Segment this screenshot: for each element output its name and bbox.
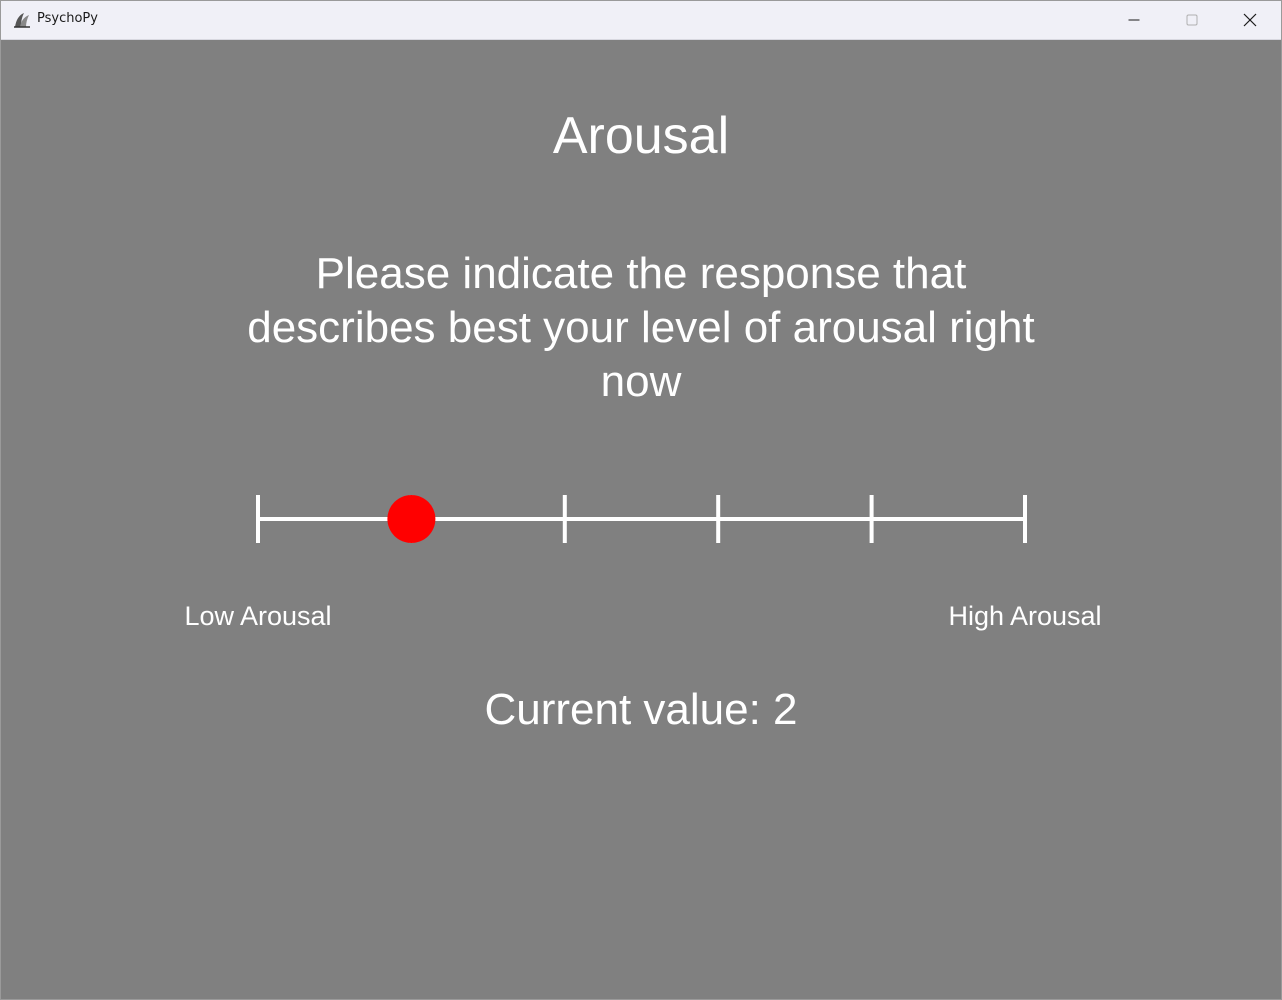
psychopy-window: PsychoPy Arousal Please indicate the res…	[0, 0, 1282, 1000]
maximize-button[interactable]	[1163, 1, 1221, 39]
window-title: PsychoPy	[37, 11, 98, 26]
minimize-button[interactable]	[1105, 1, 1163, 39]
maximize-icon	[1186, 14, 1198, 26]
rating-scale[interactable]	[1, 40, 1281, 999]
close-icon	[1243, 13, 1257, 27]
psychopy-icon	[12, 10, 32, 30]
low-anchor-label: Low Arousal	[184, 601, 332, 631]
close-button[interactable]	[1221, 1, 1279, 39]
title-bar[interactable]: PsychoPy	[1, 1, 1281, 40]
rating-marker[interactable]	[387, 495, 436, 543]
current-value-text: Current value: 2	[484, 685, 798, 734]
minimize-icon	[1128, 19, 1140, 21]
high-anchor-label: High Arousal	[948, 601, 1102, 631]
experiment-canvas: Arousal Please indicate the response tha…	[1, 40, 1281, 999]
